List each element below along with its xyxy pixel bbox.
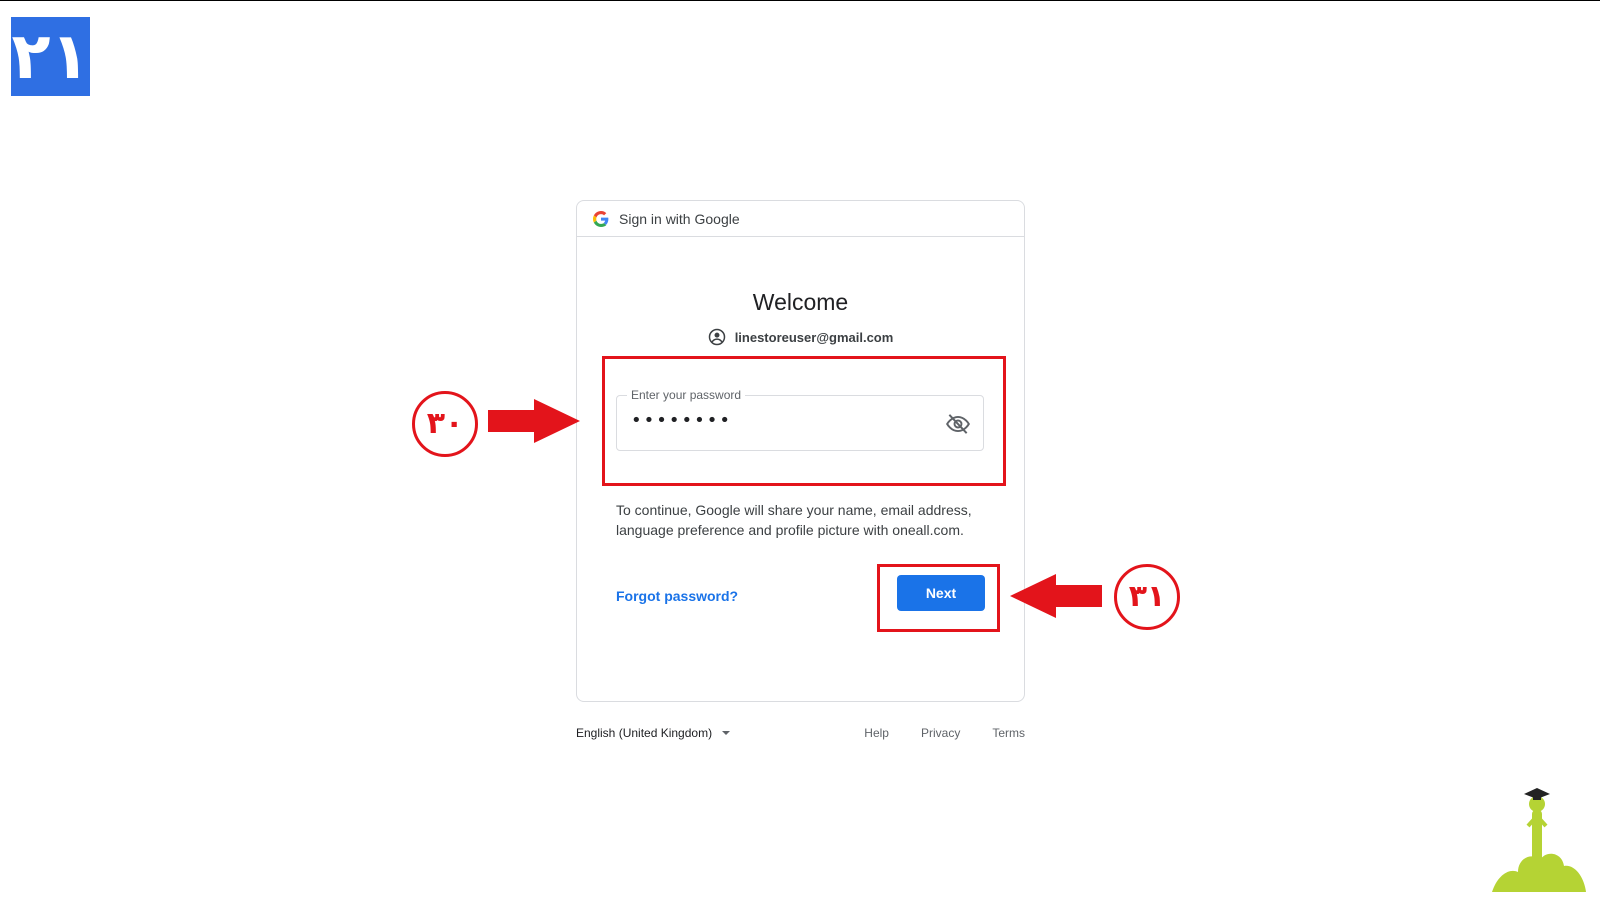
top-border-line <box>0 0 1600 1</box>
account-circle-icon <box>708 328 725 346</box>
next-highlight-box <box>877 564 1000 632</box>
forgot-password-link[interactable]: Forgot password? <box>616 588 738 604</box>
help-link[interactable]: Help <box>864 726 889 740</box>
google-g-icon <box>593 210 609 227</box>
annotation-marker-next: ۳۱ <box>1114 564 1180 630</box>
dialog-header-title: Sign in with Google <box>619 210 740 227</box>
account-chip[interactable]: linestoreuser@gmail.com <box>577 328 1024 346</box>
dropdown-caret-icon <box>722 731 731 735</box>
account-email: linestoreuser@gmail.com <box>734 329 894 345</box>
language-selector-label: English (United Kingdom) <box>576 726 713 740</box>
password-highlight-box <box>602 356 1006 486</box>
arrow-left-icon <box>1010 574 1102 618</box>
footer-links: Help Privacy Terms <box>864 726 1025 740</box>
step-number-badge: ۲۱ <box>11 17 90 96</box>
language-selector[interactable]: English (United Kingdom) <box>576 726 731 740</box>
consent-text: To continue, Google will share your name… <box>616 502 972 538</box>
footer: English (United Kingdom) Help Privacy Te… <box>576 726 1025 746</box>
arrow-right-icon <box>488 399 580 443</box>
annotation-marker-password: ۳۰ <box>412 391 478 457</box>
privacy-link[interactable]: Privacy <box>921 726 960 740</box>
page-title: Welcome <box>752 289 849 315</box>
mascot-logo <box>1492 788 1586 892</box>
dialog-header: Sign in with Google <box>577 201 1024 237</box>
terms-link[interactable]: Terms <box>992 726 1025 740</box>
